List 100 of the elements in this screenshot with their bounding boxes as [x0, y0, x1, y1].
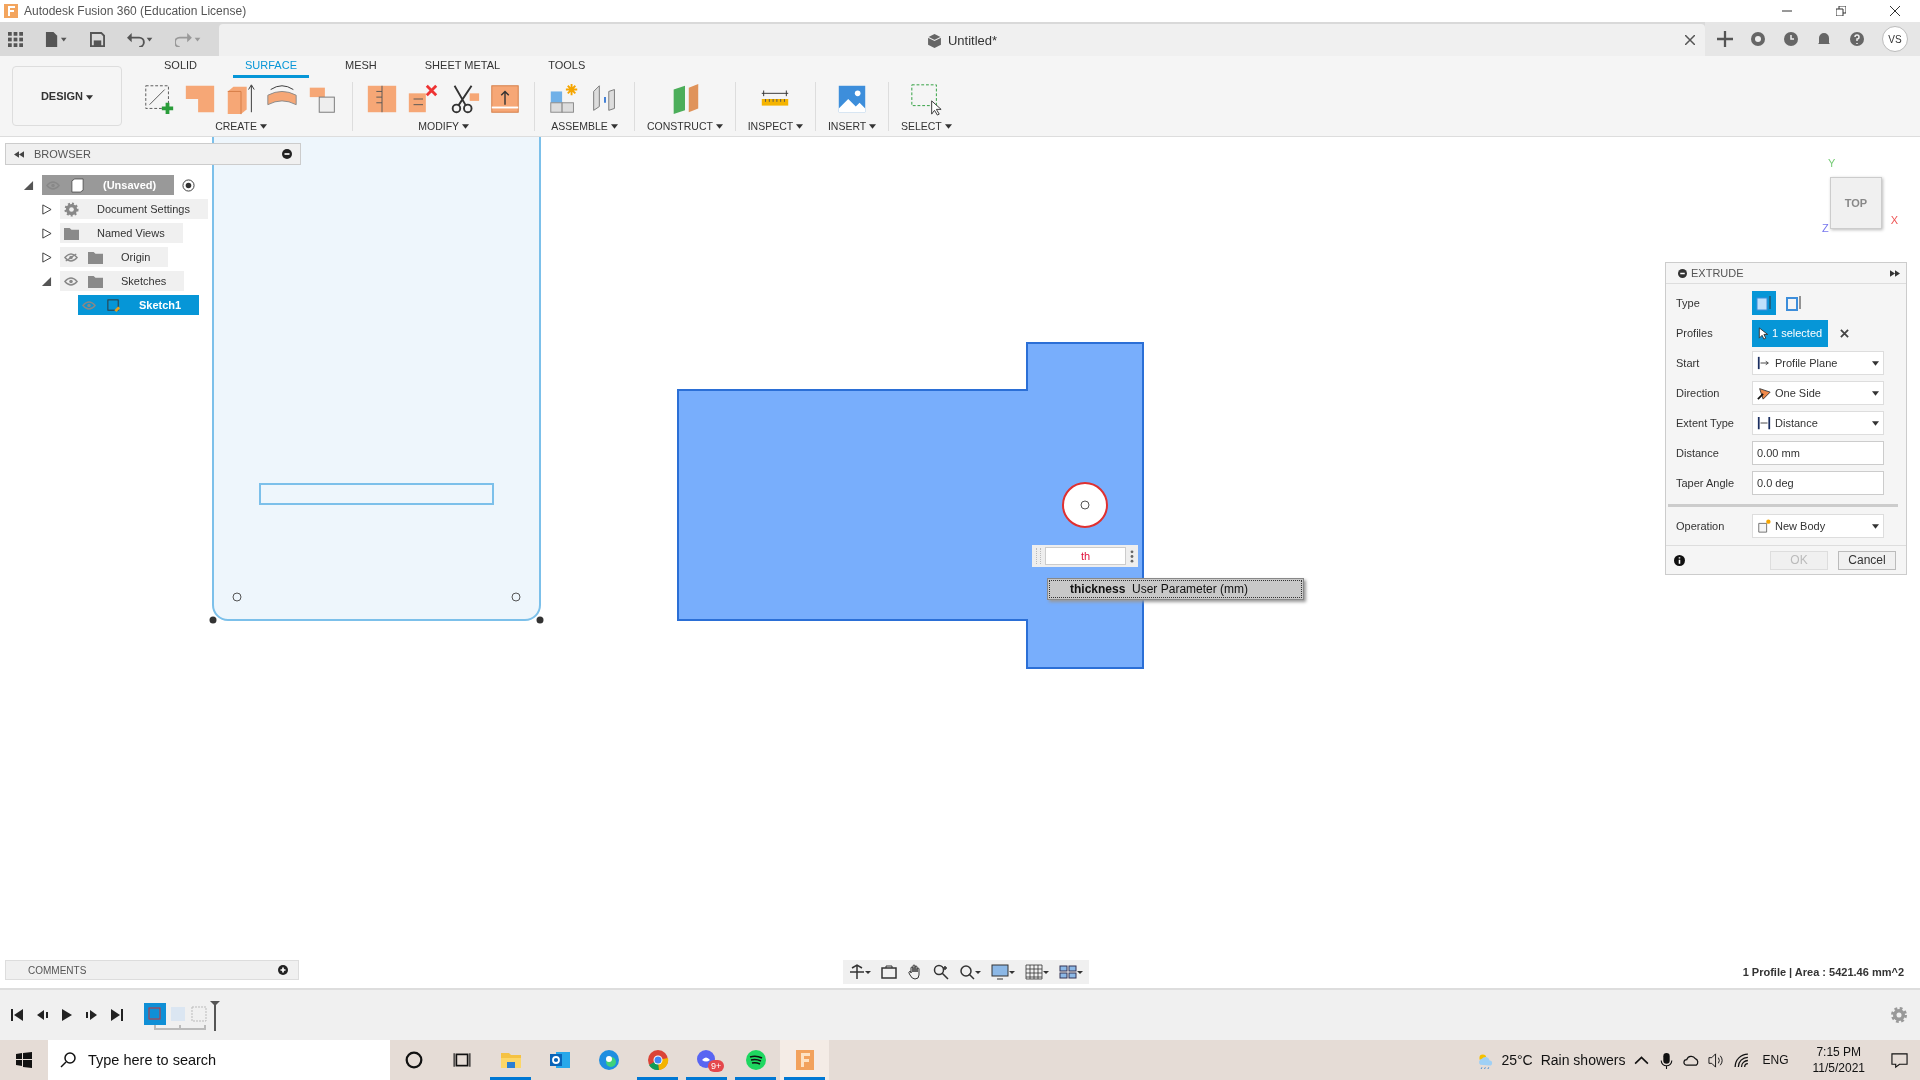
add-icon[interactable] — [278, 965, 288, 975]
folder-icon — [64, 225, 79, 241]
parameter-input-field[interactable]: th — [1032, 545, 1138, 567]
workspace-button[interactable]: DESIGN — [12, 66, 122, 126]
caret-icon — [1872, 523, 1879, 529]
zoom-icon[interactable] — [933, 964, 949, 980]
group-menu-button[interactable]: MODIFY — [418, 119, 469, 132]
expand-icon[interactable] — [1890, 269, 1900, 277]
document-title[interactable]: Untitled* — [947, 32, 998, 48]
clock-time[interactable]: 7:15 PM — [1816, 1044, 1862, 1060]
extrude-type-button[interactable] — [1752, 291, 1776, 315]
discord-taskbar-button[interactable]: 9+ — [682, 1040, 731, 1080]
clock-icon[interactable] — [1783, 31, 1799, 47]
extensions-icon[interactable] — [1750, 31, 1766, 47]
group-menu-button[interactable]: SELECT — [900, 119, 952, 132]
autocomplete-item[interactable]: thickness User Parameter (mm) — [1047, 578, 1304, 600]
language-indicator[interactable]: ENG — [1762, 1053, 1789, 1067]
ribbon-tab[interactable]: SOLID — [164, 58, 197, 78]
weather-text[interactable]: Rain showers — [1540, 1052, 1626, 1068]
minus-icon[interactable] — [282, 149, 292, 159]
caret-icon — [610, 124, 618, 130]
expand-toggle-icon[interactable] — [23, 179, 34, 191]
close-icon[interactable] — [1890, 6, 1900, 16]
ribbon-tab[interactable]: MESH — [345, 58, 377, 78]
tree-item[interactable]: Origin — [60, 247, 169, 267]
caret-icon — [795, 124, 803, 130]
ribbon-tab[interactable]: SHEET METAL — [424, 58, 501, 78]
taskbar-search-field[interactable]: Type here to search — [48, 1040, 390, 1080]
select-tool-icon[interactable] — [909, 81, 944, 116]
info-icon[interactable] — [1674, 554, 1685, 566]
caret-icon — [86, 94, 94, 100]
tree-item[interactable]: Named Views — [60, 223, 183, 243]
app-icon — [645, 1048, 670, 1072]
grid-menu-icon[interactable] — [8, 31, 23, 47]
temperature-text[interactable]: 25°C — [1501, 1052, 1533, 1068]
group-menu-button[interactable]: INSERT — [827, 119, 876, 132]
windows-start-icon[interactable] — [16, 1052, 32, 1068]
clock-date[interactable]: 11/5/2021 — [1812, 1060, 1865, 1076]
input-field[interactable]: 0.00 mm — [1752, 441, 1884, 465]
step-forward-icon[interactable] — [85, 1008, 99, 1022]
group-menu-button[interactable]: CREATE — [215, 119, 267, 132]
input-field[interactable]: 0.0 deg — [1752, 471, 1884, 495]
eye-icon[interactable] — [64, 276, 78, 286]
step-back-icon[interactable] — [35, 1008, 49, 1022]
manipulator-handle[interactable] — [1062, 482, 1108, 528]
bell-icon[interactable] — [1816, 31, 1832, 47]
file-icon[interactable] — [45, 31, 68, 47]
cube-icon — [926, 32, 942, 48]
pan-hand-icon[interactable] — [907, 964, 923, 980]
expand-toggle-icon[interactable] — [41, 251, 52, 263]
expand-toggle-icon[interactable] — [41, 203, 52, 215]
save-icon[interactable] — [89, 31, 105, 47]
direction-icon — [1757, 386, 1771, 400]
group-menu-button[interactable]: ASSEMBLE — [551, 119, 618, 132]
user-avatar[interactable]: VS — [1882, 26, 1908, 52]
display-icon[interactable] — [991, 964, 1015, 980]
window-title: Autodesk Fusion 360 (Education License) — [24, 4, 248, 18]
start-plane-icon — [1757, 356, 1771, 370]
play-icon[interactable] — [60, 1008, 74, 1022]
tree-item[interactable]: Sketches — [60, 271, 185, 291]
hidden-eye-icon[interactable] — [64, 252, 78, 262]
clear-icon[interactable] — [1840, 328, 1850, 338]
skip-end-icon[interactable] — [110, 1008, 124, 1022]
radio-icon[interactable] — [182, 178, 196, 192]
ribbon-tab[interactable]: TOOLS — [548, 58, 586, 78]
speaker-icon[interactable] — [1708, 1051, 1726, 1069]
grid-icon[interactable] — [1025, 964, 1049, 980]
caret-icon — [1872, 420, 1879, 426]
group-menu-button[interactable]: INSPECT — [747, 119, 803, 132]
tree-item[interactable]: Document Settings — [60, 199, 208, 219]
skip-start-icon[interactable] — [10, 1008, 24, 1022]
undo-icon[interactable] — [126, 31, 153, 47]
zoom-fit-icon[interactable] — [959, 964, 981, 980]
caret-icon — [868, 124, 876, 130]
close-icon[interactable] — [1685, 35, 1695, 45]
cortana-icon[interactable] — [405, 1051, 423, 1069]
dropdown-field[interactable]: One Side — [1752, 381, 1884, 405]
expand-toggle-icon[interactable] — [41, 275, 52, 287]
dropdown-field[interactable]: New Body — [1752, 514, 1884, 538]
wifi-icon[interactable] — [1733, 1051, 1751, 1069]
dropdown-field[interactable]: Distance — [1752, 411, 1884, 435]
restore-icon[interactable] — [1836, 6, 1846, 16]
collapse-icon[interactable] — [14, 150, 24, 158]
group-menu-button[interactable]: CONSTRUCT — [647, 119, 723, 132]
dropdown-field[interactable]: Profile Plane — [1752, 351, 1884, 375]
plus-icon[interactable] — [1717, 31, 1733, 47]
cancel-button[interactable]: Cancel — [1838, 550, 1896, 570]
more-icon[interactable] — [1130, 549, 1134, 563]
fusion-taskbar-button[interactable] — [780, 1040, 829, 1080]
viewports-icon[interactable] — [1059, 964, 1083, 980]
caret-icon — [715, 124, 723, 130]
orbit-icon[interactable] — [849, 964, 871, 980]
sketch-icon — [106, 297, 121, 313]
notifications-icon[interactable] — [1891, 1051, 1908, 1069]
help-icon[interactable] — [1849, 31, 1865, 47]
search-icon — [60, 1052, 76, 1068]
expand-toggle-icon[interactable] — [41, 227, 52, 239]
camera-icon[interactable] — [881, 964, 897, 980]
task-view-icon[interactable] — [453, 1051, 471, 1069]
minus-icon[interactable] — [1678, 268, 1687, 278]
